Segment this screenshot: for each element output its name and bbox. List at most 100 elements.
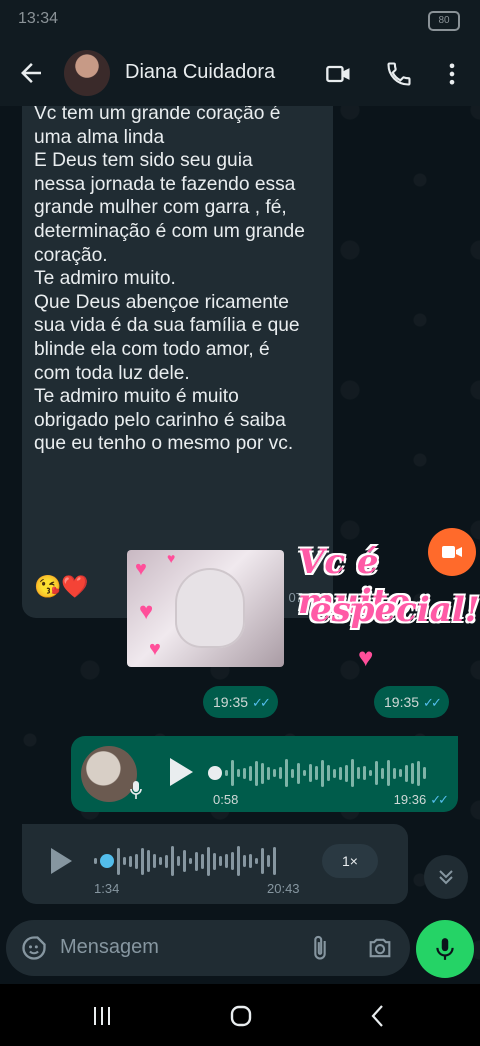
emoji-sticker-icon[interactable] bbox=[20, 934, 48, 962]
waveform-bar bbox=[171, 846, 174, 876]
waveform-bar bbox=[201, 853, 204, 869]
mic-icon bbox=[436, 938, 454, 960]
playback-position-knob[interactable] bbox=[100, 854, 114, 868]
waveform-bar bbox=[279, 767, 282, 779]
bunny-sticker[interactable]: ♥ ♥ ♥ ♥ bbox=[127, 550, 284, 667]
waveform-bar bbox=[183, 850, 186, 872]
waveform-bar bbox=[213, 852, 216, 870]
waveform-bar bbox=[219, 856, 222, 866]
playback-speed-button[interactable]: 1× bbox=[322, 844, 378, 878]
waveform-bar bbox=[255, 760, 258, 786]
waveform-bar bbox=[327, 765, 330, 781]
waveform-bar bbox=[423, 767, 426, 779]
back-arrow-icon[interactable] bbox=[16, 58, 46, 88]
waveform-bar bbox=[309, 764, 312, 782]
waveform-bar bbox=[393, 767, 396, 779]
message-input[interactable]: Mensagem bbox=[60, 936, 159, 959]
video-call-icon[interactable] bbox=[325, 60, 353, 88]
waveform-bar bbox=[189, 858, 192, 864]
read-ticks-icon: ✓✓ bbox=[423, 695, 442, 710]
waveform-bar bbox=[411, 762, 414, 784]
waveform-bar bbox=[387, 760, 390, 786]
waveform-bar bbox=[243, 767, 246, 779]
message-list[interactable]: Vc tem um grande coração é uma alma lind… bbox=[0, 106, 480, 918]
waveform-bar bbox=[297, 762, 300, 784]
play-icon[interactable] bbox=[48, 846, 74, 876]
heart-icon: ♥ bbox=[149, 638, 161, 660]
nav-home-icon[interactable] bbox=[227, 1002, 255, 1030]
waveform-bar bbox=[195, 851, 198, 871]
waveform-bar bbox=[135, 853, 138, 869]
waveform-bar bbox=[249, 854, 252, 868]
waveform-bar bbox=[159, 857, 162, 865]
heart-icon: ♥ bbox=[358, 642, 374, 672]
heart-icon: ♥ bbox=[135, 558, 147, 580]
waveform-bar bbox=[333, 768, 336, 778]
waveform-bar bbox=[369, 770, 372, 776]
waveform-bar bbox=[315, 766, 318, 780]
system-nav-bar bbox=[0, 984, 480, 1046]
waveform-bar bbox=[147, 850, 150, 872]
waveform-bar bbox=[261, 762, 264, 784]
waveform-bar bbox=[177, 856, 180, 866]
sticker-text-line2: especial! bbox=[310, 590, 480, 630]
heart-icon: ♥ bbox=[139, 598, 154, 625]
waveform-bar bbox=[267, 855, 270, 867]
waveform-bar bbox=[339, 766, 342, 780]
contact-name[interactable]: Diana Cuidadora bbox=[125, 61, 275, 84]
phone-icon[interactable] bbox=[385, 60, 413, 88]
message-emoji: 😘❤️ bbox=[34, 574, 89, 599]
audio-time: 20:43 bbox=[267, 881, 300, 896]
waveform-bar bbox=[94, 858, 97, 864]
video-note-button[interactable] bbox=[428, 528, 476, 576]
video-camera-icon bbox=[442, 546, 462, 558]
waveform-bar bbox=[285, 759, 288, 787]
time-label: 19:35 bbox=[384, 694, 420, 710]
waveform-bar bbox=[399, 769, 402, 777]
waveform-bar bbox=[255, 858, 258, 864]
incoming-text-message[interactable]: Vc tem um grande coração é uma alma lind… bbox=[22, 106, 333, 618]
mic-icon bbox=[130, 781, 142, 799]
waveform-bar bbox=[291, 768, 294, 778]
status-bar: 13:34 80 bbox=[0, 0, 480, 40]
waveform-bar bbox=[165, 854, 168, 868]
scroll-to-bottom-button[interactable] bbox=[424, 855, 468, 899]
voice-record-button[interactable] bbox=[416, 920, 474, 978]
waveform-bar bbox=[303, 770, 306, 776]
waveform-bar bbox=[141, 847, 144, 875]
nav-recents-icon[interactable] bbox=[88, 1002, 116, 1030]
waveform-bar bbox=[351, 759, 354, 787]
read-ticks-icon: ✓✓ bbox=[430, 792, 449, 807]
waveform-bar bbox=[225, 770, 228, 776]
waveform-bar bbox=[273, 769, 276, 777]
play-icon[interactable] bbox=[167, 756, 195, 788]
audio-waveform[interactable] bbox=[208, 756, 426, 790]
waveform-bar bbox=[321, 759, 324, 787]
contact-avatar[interactable] bbox=[64, 50, 110, 96]
attach-icon[interactable] bbox=[306, 934, 334, 962]
waveform-bar bbox=[231, 852, 234, 870]
nav-back-icon[interactable] bbox=[364, 1002, 392, 1030]
time-label: 19:35 bbox=[213, 694, 249, 710]
outgoing-audio-message[interactable]: 0:58 19:36 ✓✓ bbox=[71, 736, 458, 812]
waveform-bar bbox=[375, 761, 378, 785]
waveform-bar bbox=[261, 848, 264, 874]
camera-icon[interactable] bbox=[366, 934, 394, 962]
waveform-bar bbox=[363, 766, 366, 780]
more-options-icon[interactable] bbox=[438, 60, 466, 88]
incoming-audio-message[interactable]: 1:34 20:43 1× bbox=[22, 824, 408, 904]
waveform-bar bbox=[237, 769, 240, 777]
audio-waveform[interactable] bbox=[94, 842, 276, 880]
time-label: 19:36 bbox=[393, 792, 427, 807]
waveform-bar bbox=[225, 854, 228, 868]
waveform-bar bbox=[117, 847, 120, 875]
chat-header: Diana Cuidadora bbox=[0, 40, 480, 106]
bunny-face bbox=[175, 568, 245, 648]
playback-position-knob[interactable] bbox=[208, 766, 222, 780]
waveform-bar bbox=[237, 846, 240, 876]
waveform-bar bbox=[357, 767, 360, 779]
waveform-bar bbox=[231, 760, 234, 786]
message-composer[interactable]: Mensagem bbox=[6, 920, 410, 976]
waveform-bar bbox=[123, 857, 126, 865]
waveform-bar bbox=[267, 766, 270, 780]
